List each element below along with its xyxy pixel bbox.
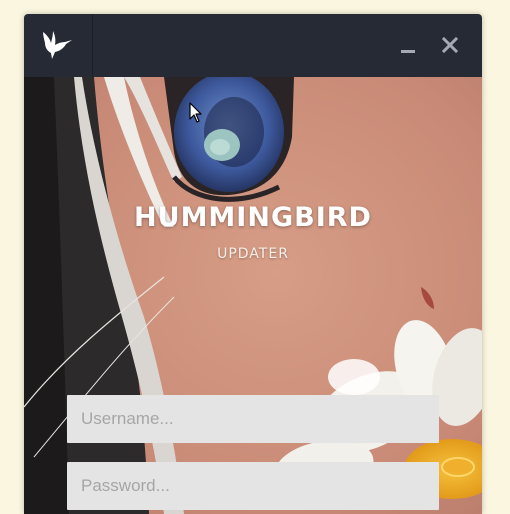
mouse-cursor-icon: [189, 102, 203, 128]
app-title: HUMMINGBIRD: [134, 202, 372, 233]
updater-window: HUMMINGBIRD UPDATER: [24, 14, 482, 514]
title-bar[interactable]: [24, 14, 482, 77]
app-logo: [24, 14, 93, 77]
minimize-button[interactable]: [397, 34, 419, 56]
background-artwork: [24, 77, 482, 514]
username-input[interactable]: [67, 395, 439, 443]
close-button[interactable]: [439, 34, 461, 56]
app-subtitle: UPDATER: [217, 246, 289, 262]
close-icon: [439, 34, 461, 56]
minimize-icon: [397, 34, 419, 56]
password-input[interactable]: [67, 462, 439, 510]
